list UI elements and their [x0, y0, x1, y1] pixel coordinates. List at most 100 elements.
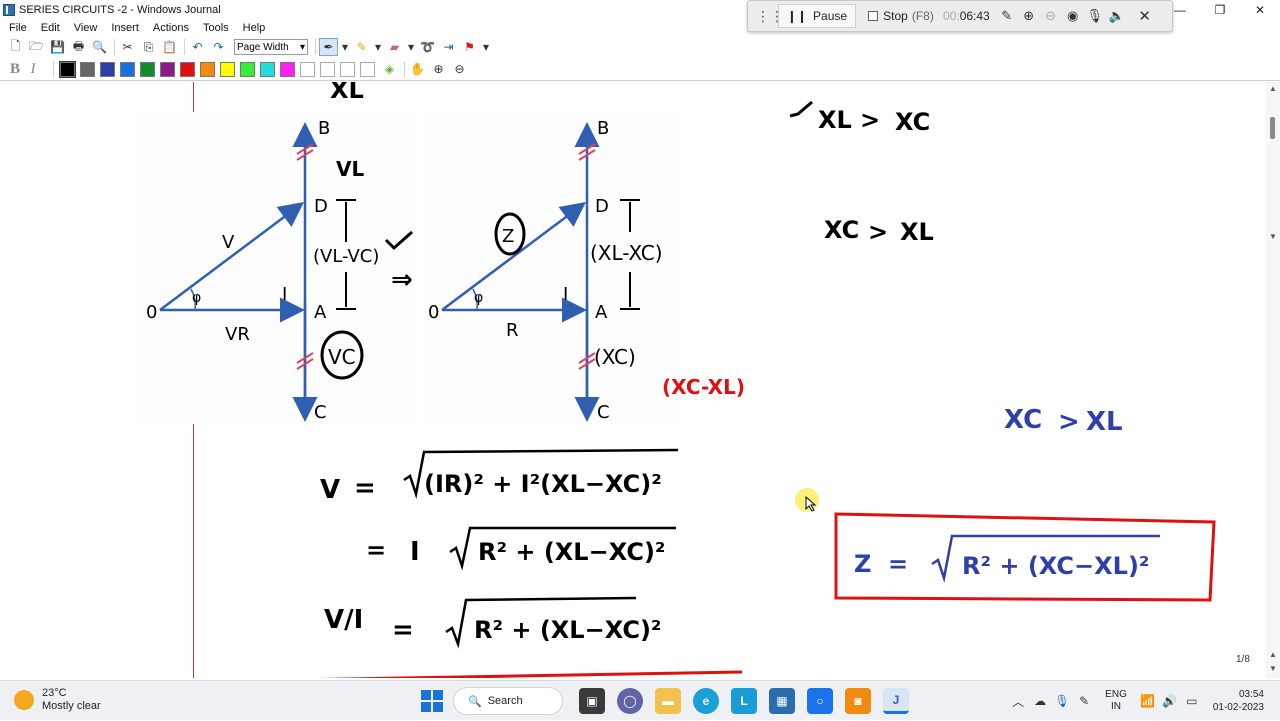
- pencil-icon[interactable]: ✎: [996, 8, 1018, 24]
- highlighter-icon[interactable]: ✎: [352, 38, 371, 56]
- close-icon[interactable]: ✕: [1134, 7, 1156, 25]
- italic-icon[interactable]: I: [24, 61, 42, 78]
- webcam-icon[interactable]: ◉: [1062, 8, 1084, 24]
- color-swatch[interactable]: [160, 61, 175, 77]
- speaker-icon[interactable]: 🔈: [1106, 8, 1128, 24]
- close-window-button[interactable]: ✕: [1240, 0, 1280, 20]
- color-swatch[interactable]: [140, 61, 155, 77]
- flag-icon[interactable]: ⚑: [460, 38, 479, 56]
- print-preview-icon[interactable]: 🖶: [69, 38, 88, 56]
- eraser-dropdown-icon[interactable]: ▾: [406, 38, 416, 56]
- highlighter-dropdown-icon[interactable]: ▾: [373, 38, 383, 56]
- scroll-up-icon[interactable]: ▲: [1269, 650, 1277, 659]
- menu-insert[interactable]: Insert: [104, 22, 146, 34]
- pan-hand-icon[interactable]: ✋: [408, 60, 427, 78]
- zoom-in-icon[interactable]: ⊕: [429, 60, 448, 78]
- system-tray: ︿ ☁ 🎙 ✎ ENG IN 📶 🔊 ▭ 03:54 01-02-2023: [1007, 681, 1280, 721]
- insert-space-icon[interactable]: ⇥: [439, 38, 458, 56]
- standard-toolbar: 🗋 🗁 💾 🖶 🔍 ✂ ⎘ 📋 ↶ ↷ Page Width ▾ ✒ ▾ ✎ ▾…: [0, 36, 1280, 58]
- stop-button[interactable]: Stop (F8): [862, 4, 940, 28]
- task-view-icon[interactable]: ▣: [579, 688, 605, 714]
- windows-start-icon[interactable]: [421, 690, 443, 712]
- toolbar-separator: [114, 39, 115, 55]
- menu-actions[interactable]: Actions: [146, 22, 196, 34]
- volume-icon[interactable]: 🔊: [1159, 694, 1181, 708]
- color-swatch[interactable]: [240, 61, 255, 77]
- menu-tools[interactable]: Tools: [196, 22, 236, 34]
- ink-cond3-right: XL: [1086, 407, 1123, 437]
- pen-settings-icon[interactable]: ◈: [380, 60, 399, 78]
- color-swatch[interactable]: [220, 61, 235, 77]
- menu-edit[interactable]: Edit: [34, 22, 67, 34]
- pen-width-swatch[interactable]: [360, 61, 375, 77]
- save-icon[interactable]: 💾: [48, 38, 67, 56]
- zoom-in-icon[interactable]: ⊕: [1018, 8, 1040, 24]
- scrollbar-thumb[interactable]: [1270, 117, 1275, 139]
- scroll-down-icon[interactable]: ▼: [1269, 232, 1277, 241]
- pen-width-swatch[interactable]: [340, 61, 355, 77]
- vertical-scrollbar[interactable]: ▲ ▼ ▲ ▼: [1266, 82, 1280, 678]
- eraser-icon[interactable]: ▰: [385, 38, 404, 56]
- journal-taskbar-icon[interactable]: J: [883, 688, 909, 714]
- paste-icon[interactable]: 📋: [160, 38, 179, 56]
- pen-width-swatch[interactable]: [300, 61, 315, 77]
- scroll-up-icon[interactable]: ▲: [1269, 84, 1277, 93]
- lasso-select-icon[interactable]: ➰: [418, 38, 437, 56]
- menu-help[interactable]: Help: [236, 22, 273, 34]
- copy-icon[interactable]: ⎘: [139, 38, 158, 56]
- color-swatch[interactable]: [260, 61, 275, 77]
- pen-width-swatch[interactable]: [320, 61, 335, 77]
- pen-icon[interactable]: ✎: [1073, 694, 1095, 708]
- new-note-icon[interactable]: 🗋: [6, 38, 25, 56]
- color-swatch[interactable]: [80, 61, 95, 77]
- zoom-select[interactable]: Page Width ▾: [234, 39, 308, 55]
- find-icon[interactable]: 🔍: [90, 38, 109, 56]
- menu-file[interactable]: File: [2, 22, 34, 34]
- pen-dropdown-icon[interactable]: ▾: [340, 38, 350, 56]
- window-title: SERIES CIRCUITS -2 - Windows Journal: [19, 4, 221, 16]
- color-swatch[interactable]: [100, 61, 115, 77]
- zoom-out-icon[interactable]: ⊖: [1040, 8, 1062, 24]
- ink-xl-xc: (XL-XC): [590, 241, 663, 265]
- weather-widget[interactable]: 23°C Mostly clear: [14, 687, 101, 713]
- wifi-icon[interactable]: 📶: [1137, 694, 1159, 708]
- chat-app-icon[interactable]: ◯: [617, 688, 643, 714]
- edge-browser-icon[interactable]: e: [693, 688, 719, 714]
- pause-icon: ❙❙: [786, 9, 808, 23]
- drag-grip-icon[interactable]: ⋮⋮: [756, 8, 784, 25]
- scroll-down-icon[interactable]: ▼: [1269, 664, 1277, 673]
- undo-icon[interactable]: ↶: [188, 38, 207, 56]
- color-swatch[interactable]: [280, 61, 295, 77]
- color-swatch[interactable]: [59, 60, 76, 78]
- color-swatch[interactable]: [120, 61, 135, 77]
- microphone-icon[interactable]: 🎙: [1084, 8, 1106, 24]
- ink-eq3-lhs: V/I: [324, 605, 363, 635]
- menu-view[interactable]: View: [67, 22, 105, 34]
- system-clock[interactable]: 03:54 01-02-2023: [1213, 688, 1264, 714]
- color-swatch[interactable]: [180, 61, 195, 77]
- journal-page[interactable]: XL B D A C 0 φ V VR I VL (VL-VC) VC ⇒ B …: [0, 82, 1266, 678]
- flag-dropdown-icon[interactable]: ▾: [481, 38, 491, 56]
- file-explorer-icon[interactable]: ▬: [655, 688, 681, 714]
- pause-button[interactable]: ❙❙ Pause: [778, 4, 856, 28]
- language-indicator[interactable]: ENG IN: [1105, 689, 1127, 713]
- redo-icon[interactable]: ↷: [209, 38, 228, 56]
- office-app-icon[interactable]: ○: [807, 688, 833, 714]
- color-swatch[interactable]: [200, 61, 215, 77]
- lang-line2: IN: [1111, 701, 1121, 712]
- zoom-out-icon[interactable]: ⊖: [450, 60, 469, 78]
- battery-icon[interactable]: ▭: [1181, 694, 1203, 708]
- store-app-icon[interactable]: ▦: [769, 688, 795, 714]
- stop-label: Stop: [883, 9, 908, 23]
- cloud-icon[interactable]: ☁: [1029, 694, 1051, 708]
- taskbar-search[interactable]: 🔍 Search: [453, 687, 563, 715]
- show-hidden-icons-chevron-icon[interactable]: ︿: [1007, 693, 1029, 710]
- pen-tool-icon[interactable]: ✒: [319, 38, 338, 56]
- bold-icon[interactable]: B: [6, 61, 24, 78]
- cut-icon[interactable]: ✂: [118, 38, 137, 56]
- maximize-button[interactable]: ❐: [1200, 0, 1240, 20]
- open-icon[interactable]: 🗁: [27, 38, 46, 56]
- microphone-icon[interactable]: 🎙: [1051, 694, 1073, 708]
- learning-app-icon[interactable]: L: [731, 688, 757, 714]
- recorder-app-icon[interactable]: ◙: [845, 688, 871, 714]
